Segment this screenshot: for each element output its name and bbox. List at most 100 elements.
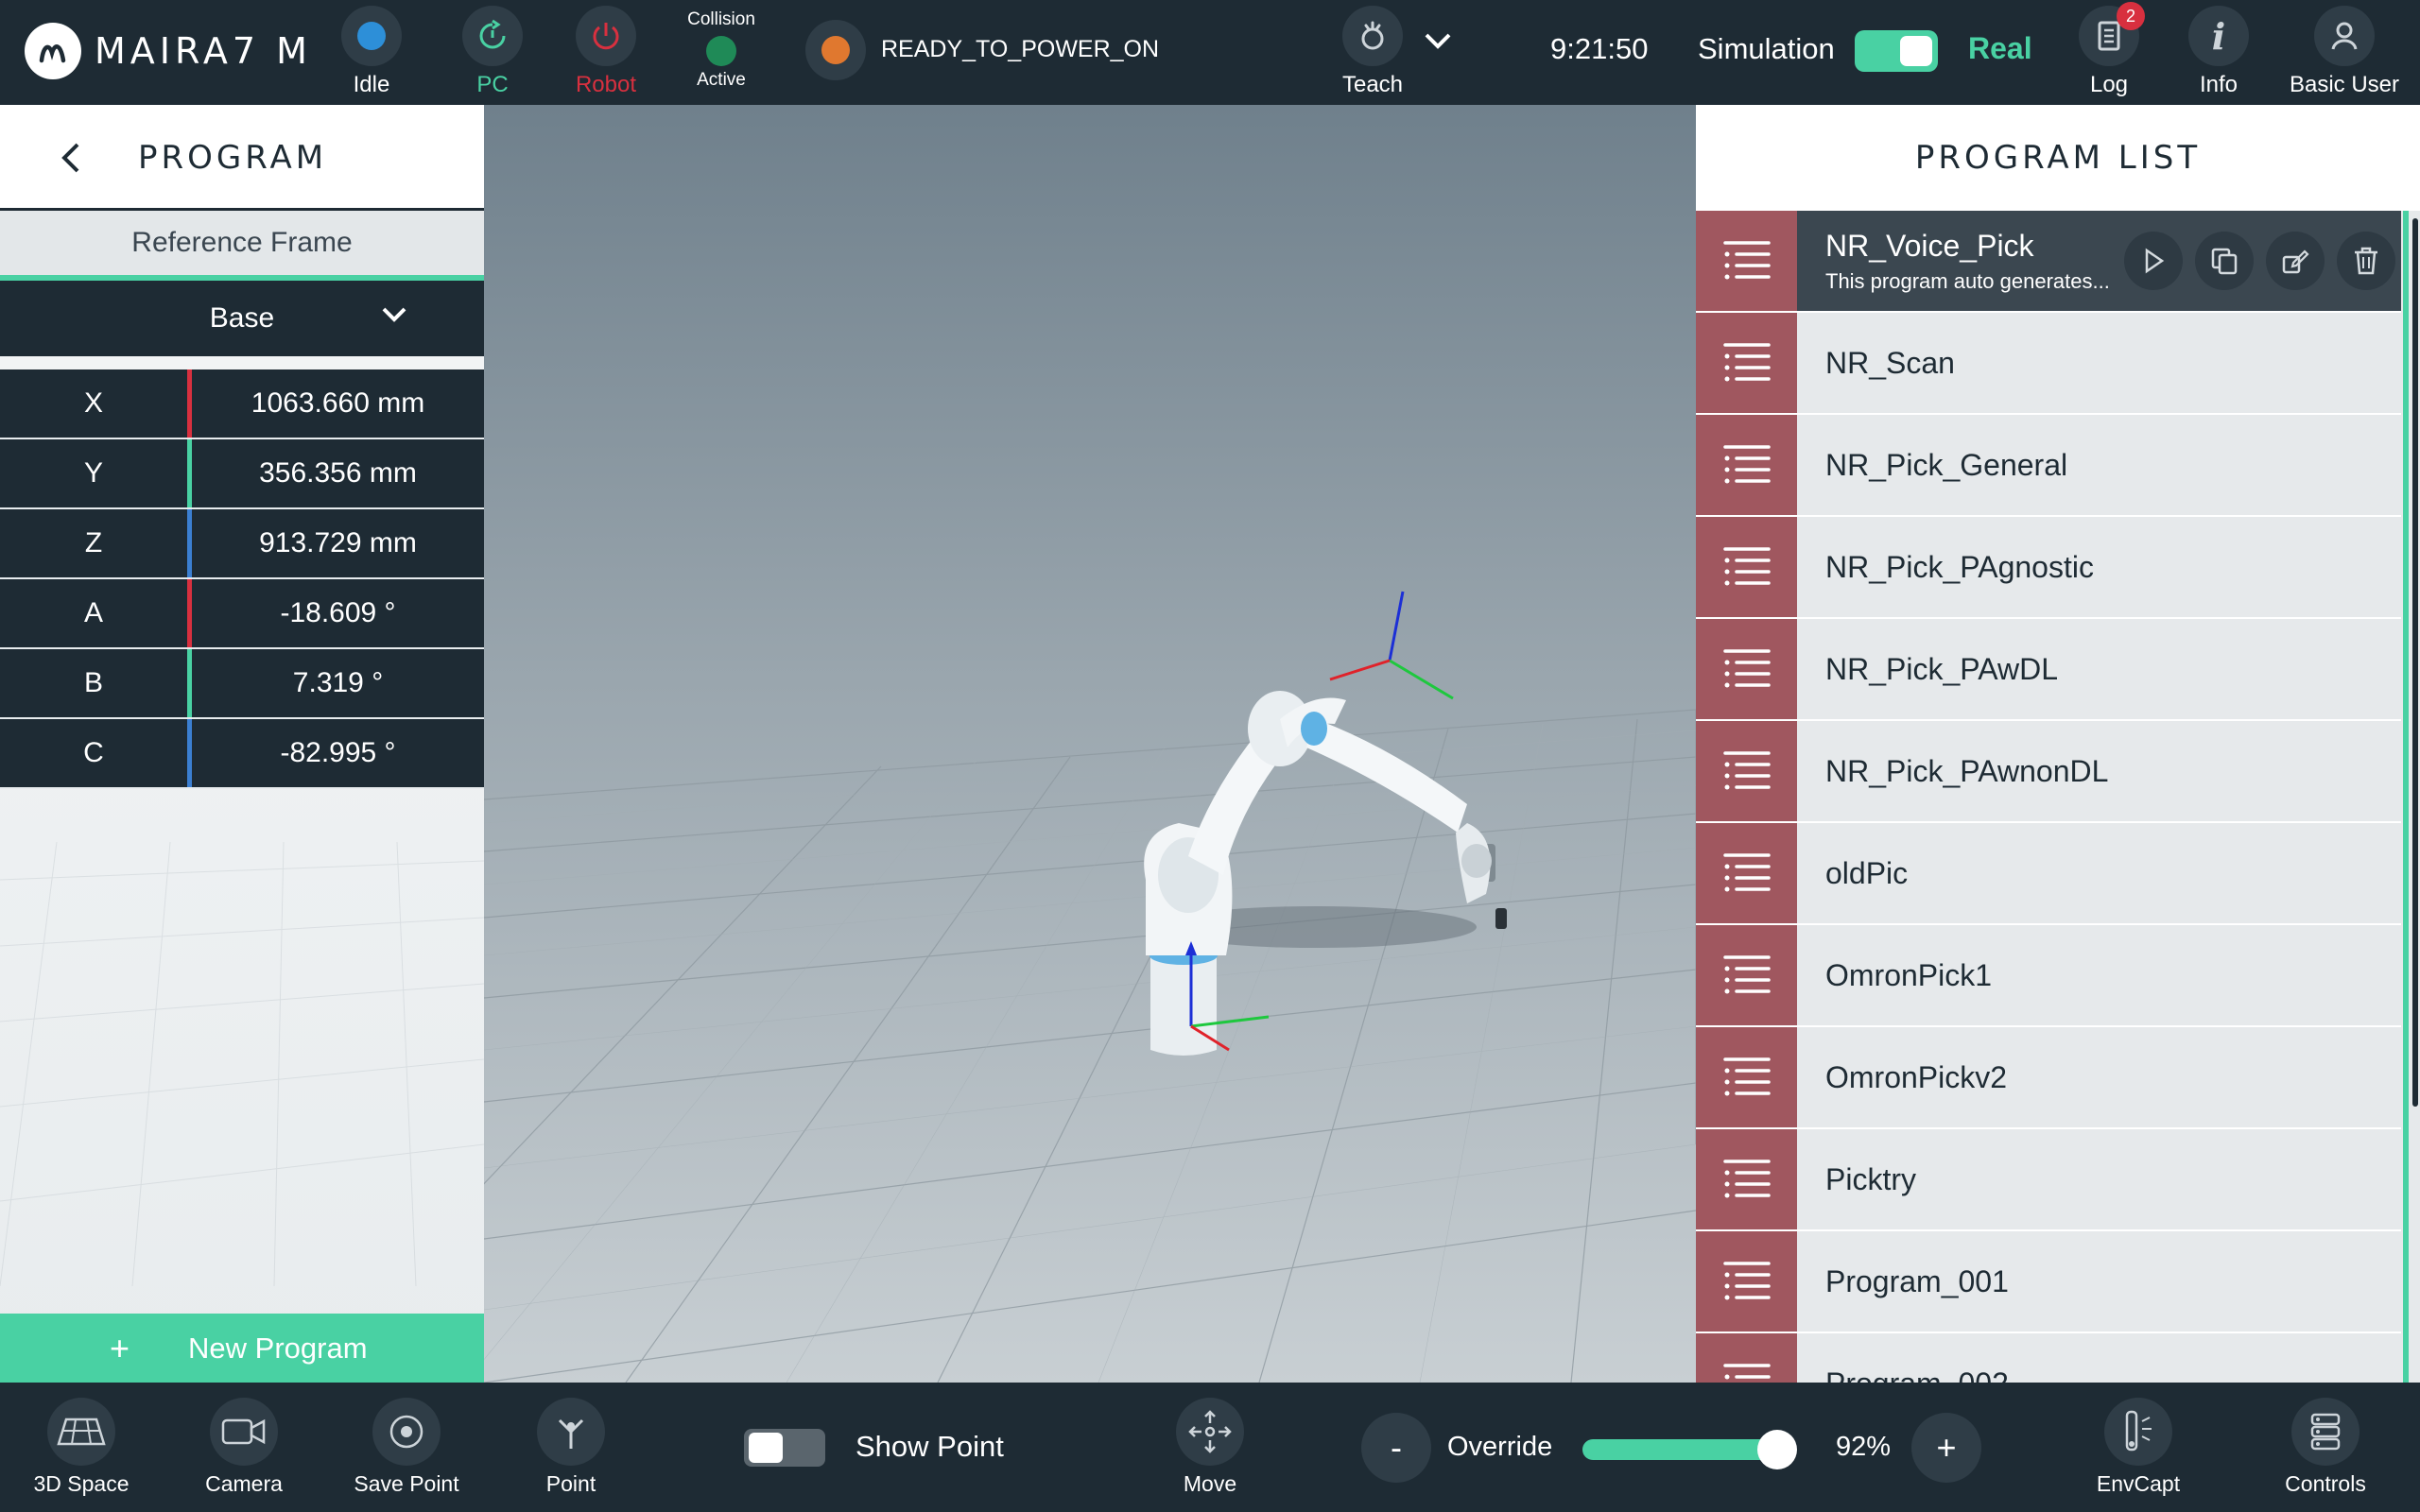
selected-program-description: This program auto generates... — [1825, 268, 2110, 293]
override-label: Override — [1447, 1432, 1553, 1462]
pc-power-button[interactable]: PC — [459, 0, 526, 105]
program-name: OmronPickv2 — [1825, 1059, 2008, 1094]
program-list-icon — [1696, 925, 1797, 1025]
collision-title: Collision — [687, 9, 755, 29]
program-list-item[interactable]: NR_Pick_PAwnonDL — [1696, 721, 2401, 823]
new-program-button[interactable]: + New Program — [0, 1314, 484, 1383]
program-panel: PROGRAM Reference Frame Base X 1063.660 m… — [0, 105, 484, 1383]
program-list-item[interactable]: NR_Scan — [1696, 313, 2401, 415]
mode-dropdown-chevron-icon[interactable] — [1422, 30, 1454, 53]
coordinate-row: A -18.609 ° — [0, 579, 484, 649]
program-name: Picktry — [1825, 1161, 1916, 1196]
move-button[interactable]: Move — [1163, 1398, 1257, 1497]
coordinate-axis: Y — [83, 457, 103, 489]
program-name: NR_Pick_PAgnostic — [1825, 549, 2094, 584]
coordinate-axis: C — [83, 737, 104, 768]
delete-program-button[interactable] — [2337, 232, 2395, 290]
teach-label: Teach — [1341, 72, 1404, 97]
coordinate-value: 1063.660 mm — [251, 387, 425, 419]
program-list-item-selected[interactable]: NR_Voice_Pick This program auto generate… — [1696, 211, 2401, 313]
override-slider-track[interactable] — [1582, 1439, 1775, 1460]
simulation-label: Simulation — [1698, 32, 1835, 65]
3d-viewport[interactable] — [484, 105, 1696, 1383]
robot-status-text: READY_TO_POWER_ON — [881, 36, 1160, 62]
program-list-icon — [1696, 517, 1797, 617]
controls-button[interactable]: Controls — [2278, 1398, 2373, 1497]
info-icon: i — [2211, 14, 2226, 58]
program-list-title: PROGRAM LIST — [1696, 105, 2420, 211]
override-slider-handle[interactable] — [1756, 1430, 1797, 1469]
program-list-item[interactable]: Picktry — [1696, 1129, 2401, 1231]
robot-power-button[interactable]: Robot — [573, 0, 639, 105]
user-account-button[interactable]: Basic User — [2290, 0, 2399, 105]
program-list-item[interactable]: Program_002 — [1696, 1333, 2401, 1383]
coordinate-axis: B — [83, 667, 103, 698]
program-title: PROGRAM — [138, 139, 328, 177]
coordinate-row: X 1063.660 mm — [0, 369, 484, 439]
reference-frame-select[interactable]: Base — [0, 281, 484, 356]
bottom-toolbar: 3D Space Camera Save Point Point Show Po… — [0, 1383, 2420, 1512]
override-increase-button[interactable]: + — [1911, 1413, 1981, 1483]
collision-dot-icon — [706, 36, 736, 66]
show-point-toggle[interactable] — [744, 1429, 825, 1467]
clock: 9:21:50 — [1550, 32, 1649, 65]
real-label: Real — [1968, 31, 2032, 65]
point-button[interactable]: Point — [524, 1398, 618, 1497]
collision-state: Active — [697, 70, 746, 90]
3d-space-button[interactable]: 3D Space — [34, 1398, 130, 1497]
point-label: Point — [545, 1471, 596, 1496]
edit-program-button[interactable] — [2266, 232, 2325, 290]
user-icon — [2331, 22, 2358, 50]
program-list-item[interactable]: NR_Pick_PAwDL — [1696, 619, 2401, 721]
robot-label: Robot — [575, 72, 637, 97]
plus-icon: + — [110, 1328, 130, 1367]
duplicate-program-button[interactable] — [2195, 232, 2254, 290]
coordinate-axis: X — [83, 387, 103, 419]
program-list-item[interactable]: OmronPickv2 — [1696, 1027, 2401, 1129]
camera-icon — [221, 1418, 266, 1445]
trash-icon — [2355, 247, 2377, 275]
frame-select-value: Base — [209, 302, 275, 334]
program-list-item[interactable]: NR_Pick_General — [1696, 415, 2401, 517]
program-list-panel: PROGRAM LIST NR_Voice_Pick This program … — [1696, 105, 2420, 1383]
teach-mode-button[interactable]: Teach — [1337, 0, 1409, 105]
controls-stack-icon — [2310, 1413, 2341, 1451]
override-value: 92% — [1836, 1432, 1892, 1462]
brand-logo: MAIRA7 M — [25, 23, 312, 79]
teach-hand-icon — [1361, 21, 1384, 50]
environment-capture-icon — [2125, 1410, 2152, 1452]
envcapt-button[interactable]: EnvCapt — [2091, 1398, 2186, 1497]
idle-state-button[interactable]: Idle — [338, 0, 405, 105]
coordinate-row: C -82.995 ° — [0, 719, 484, 789]
program-list-icon — [1696, 1231, 1797, 1332]
info-button[interactable]: i Info — [2186, 0, 2252, 105]
collision-indicator[interactable]: Collision Active — [673, 0, 769, 105]
program-list-icon — [1696, 1129, 1797, 1229]
log-button[interactable]: 2 Log — [2076, 0, 2145, 105]
envcapt-label: EnvCapt — [2096, 1471, 2181, 1496]
simulation-real-toggle[interactable] — [1855, 30, 1938, 72]
save-point-button[interactable]: Save Point — [352, 1398, 461, 1497]
back-arrow-icon[interactable] — [53, 139, 91, 177]
camera-button[interactable]: Camera — [197, 1398, 291, 1497]
run-program-button[interactable] — [2124, 232, 2183, 290]
override-decrease-button[interactable]: - — [1361, 1413, 1431, 1483]
selected-program-name: NR_Voice_Pick — [1825, 228, 2034, 263]
plus-icon: + — [1936, 1428, 1957, 1467]
robot-status-indicator — [805, 20, 866, 80]
program-name: NR_Pick_General — [1825, 447, 2068, 482]
program-list-item[interactable]: Program_001 — [1696, 1231, 2401, 1333]
program-list-icon — [1696, 1333, 1797, 1383]
program-name: OmronPick1 — [1825, 957, 1993, 992]
controls-label: Controls — [2285, 1471, 2366, 1496]
info-label: Info — [2199, 72, 2238, 97]
move-arrows-icon — [1188, 1410, 1232, 1453]
floor-grid-decoration — [0, 842, 484, 1286]
program-list-item[interactable]: OmronPick1 — [1696, 925, 2401, 1027]
point-marker-icon — [558, 1418, 584, 1449]
program-list-item[interactable]: oldPic — [1696, 823, 2401, 925]
camera-label: Camera — [205, 1471, 283, 1496]
program-list-item[interactable]: NR_Pick_PAgnostic — [1696, 517, 2401, 619]
scrollbar-thumb[interactable] — [2412, 218, 2418, 1107]
program-list: NR_Voice_Pick This program auto generate… — [1696, 211, 2401, 1383]
